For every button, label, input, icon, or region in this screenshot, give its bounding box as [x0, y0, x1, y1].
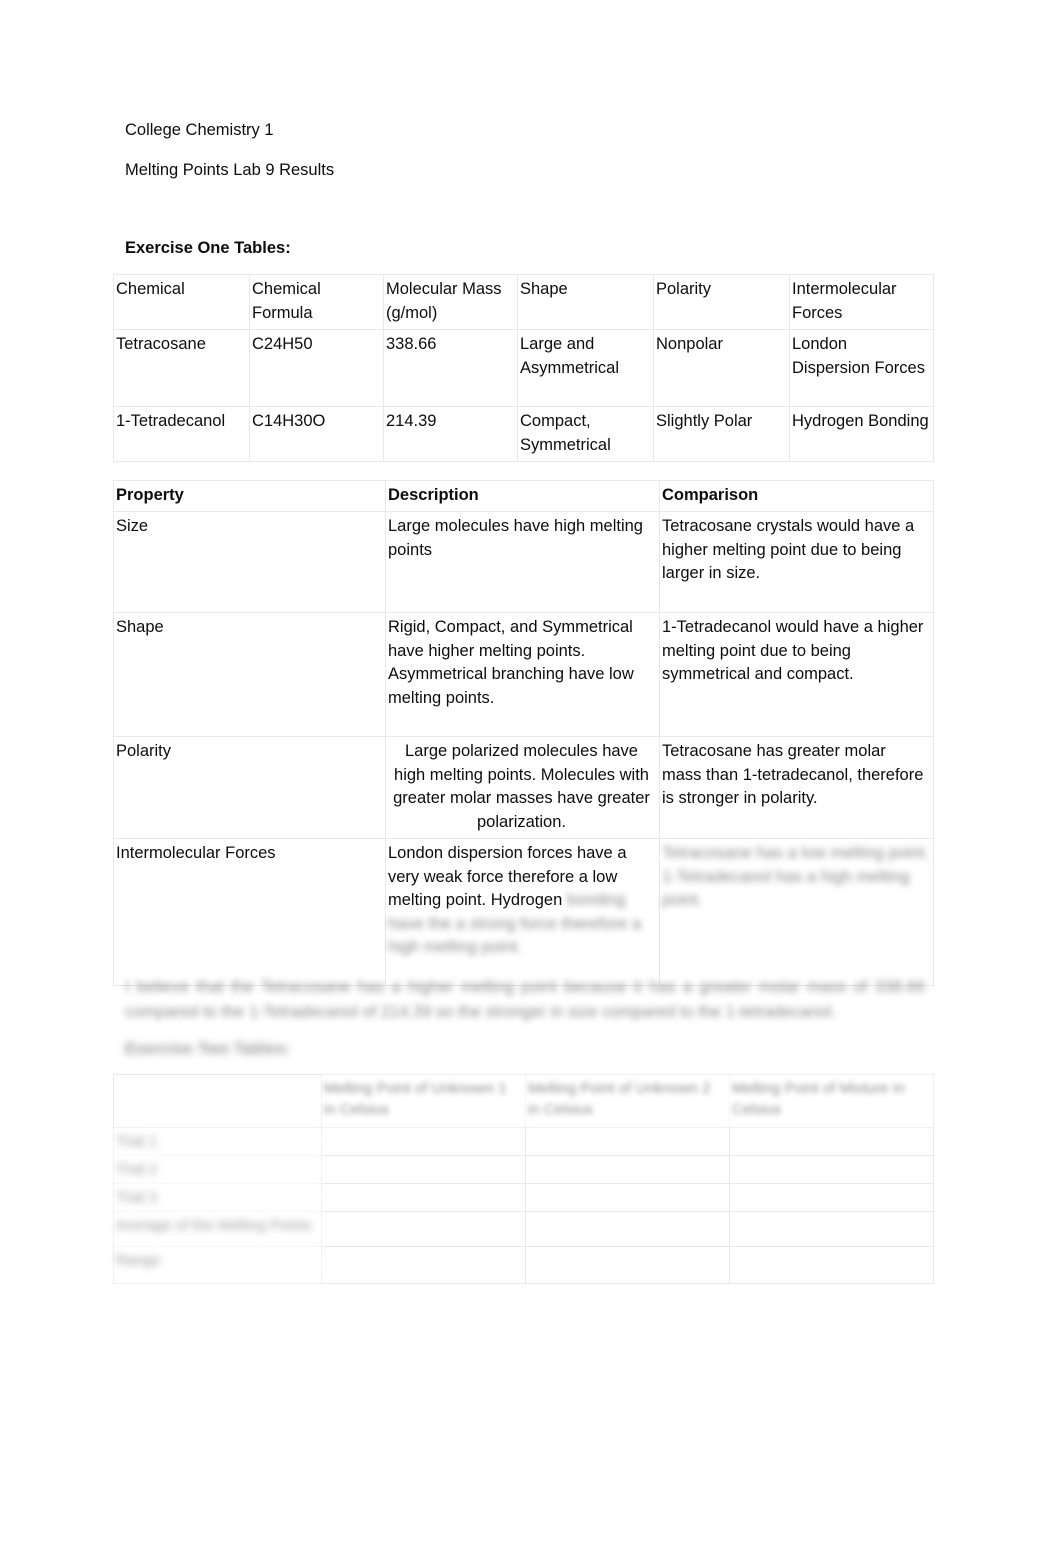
cell-chemical: 1-Tetradecanol	[113, 406, 250, 462]
cell-formula: C24H50	[249, 329, 384, 407]
exercise-one-heading: Exercise One Tables:	[125, 239, 291, 257]
table-row-header: Chemical Chemical Formula Molecular Mass…	[113, 274, 934, 330]
cell-intermolecular-forces: Hydrogen Bonding	[789, 406, 934, 462]
cell-label: Trial 2	[113, 1155, 322, 1184]
document-page: College Chemistry 1 Melting Points Lab 9…	[0, 0, 1062, 1556]
cell-label: Trial 3	[113, 1183, 322, 1212]
table-row: Trial 3	[113, 1183, 934, 1212]
header-shape: Shape	[517, 274, 654, 330]
cell-value	[729, 1127, 934, 1156]
table-row-header: Melting Point of Unknown 1 in Celsius Me…	[113, 1074, 934, 1128]
cell-polarity: Nonpolar	[653, 329, 790, 407]
cell-property: Shape	[113, 612, 386, 737]
cell-value	[525, 1155, 730, 1184]
table-row: Trial 2	[113, 1155, 934, 1184]
chemical-properties-table: Chemical Chemical Formula Molecular Mass…	[113, 274, 934, 462]
exercise-two-heading: Exercise Two Tables:	[125, 1040, 291, 1058]
course-name: College Chemistry 1	[125, 121, 274, 139]
cell-description: London dispersion forces have a very wea…	[385, 838, 660, 986]
cell-formula: C14H30O	[249, 406, 384, 462]
lab-title: Melting Points Lab 9 Results	[125, 161, 335, 179]
cell-value	[321, 1211, 526, 1247]
cell-value	[525, 1127, 730, 1156]
header-chemical-formula: Chemical Formula	[249, 274, 384, 330]
cell-value	[729, 1246, 934, 1284]
header-mixture: Melting Point of Mixture in Celsius	[729, 1074, 934, 1128]
cell-molecular-mass: 338.66	[383, 329, 518, 407]
property-description-comparison-table: Property Description Comparison Size Lar…	[113, 480, 934, 986]
cell-comparison: Tetracosane has a low melting point. 1-T…	[659, 838, 934, 986]
header-polarity: Polarity	[653, 274, 790, 330]
cell-value	[525, 1183, 730, 1212]
header-property: Property	[113, 480, 386, 512]
cell-description: Rigid, Compact, and Symmetrical have hig…	[385, 612, 660, 737]
table-row: Tetracosane C24H50 338.66 Large and Asym…	[113, 329, 934, 407]
cell-value	[321, 1127, 526, 1156]
cell-value	[729, 1211, 934, 1247]
table-row: Range	[113, 1246, 934, 1284]
table-row-header: Property Description Comparison	[113, 480, 934, 512]
header-blank	[113, 1074, 322, 1128]
cell-value	[525, 1246, 730, 1284]
cell-label: Range	[113, 1246, 322, 1284]
cell-description: Large molecules have high melting points	[385, 511, 660, 613]
cell-description: Large polarized molecules have high melt…	[385, 736, 660, 839]
table-row: Shape Rigid, Compact, and Symmetrical ha…	[113, 612, 934, 737]
header-description: Description	[385, 480, 660, 512]
document-header: College Chemistry 1 Melting Points Lab 9…	[125, 120, 935, 200]
header-unknown-1: Melting Point of Unknown 1 in Celsius	[321, 1074, 526, 1128]
cell-value	[729, 1183, 934, 1212]
cell-value	[729, 1155, 934, 1184]
cell-comparison-obscured: Tetracosane has a low melting point. 1-T…	[662, 844, 929, 909]
table-row: Average of the Melting Points	[113, 1211, 934, 1247]
header-comparison: Comparison	[659, 480, 934, 512]
cell-value	[525, 1211, 730, 1247]
table-row: Size Large molecules have high melting p…	[113, 511, 934, 613]
cell-comparison: 1-Tetradecanol would have a higher melti…	[659, 612, 934, 737]
cell-shape: Compact, Symmetrical	[517, 406, 654, 462]
cell-value	[321, 1155, 526, 1184]
cell-molecular-mass: 214.39	[383, 406, 518, 462]
table-row: 1-Tetradecanol C14H30O 214.39 Compact, S…	[113, 406, 934, 462]
table-row: Intermolecular Forces London dispersion …	[113, 838, 934, 986]
cell-value	[321, 1246, 526, 1284]
header-unknown-2: Melting Point of Unknown 2 in Celsius	[525, 1074, 730, 1128]
melting-point-results-table: Melting Point of Unknown 1 in Celsius Me…	[113, 1074, 934, 1284]
cell-comparison: Tetracosane has greater molar mass than …	[659, 736, 934, 839]
header-intermolecular-forces: Intermolecular Forces	[789, 274, 934, 330]
cell-shape: Large and Asymmetrical	[517, 329, 654, 407]
conclusion-paragraph: I believe that the Tetracosane has a hig…	[125, 978, 925, 1021]
cell-label: Trial 1	[113, 1127, 322, 1156]
cell-polarity: Slightly Polar	[653, 406, 790, 462]
cell-value	[321, 1183, 526, 1212]
table-row: Trial 1	[113, 1127, 934, 1156]
header-chemical: Chemical	[113, 274, 250, 330]
cell-property: Size	[113, 511, 386, 613]
cell-comparison: Tetracosane crystals would have a higher…	[659, 511, 934, 613]
cell-intermolecular-forces: London Dispersion Forces	[789, 329, 934, 407]
cell-property: Intermolecular Forces	[113, 838, 386, 986]
cell-label: Average of the Melting Points	[113, 1211, 322, 1247]
table-row: Polarity Large polarized molecules have …	[113, 736, 934, 839]
cell-property: Polarity	[113, 736, 386, 839]
header-molecular-mass: Molecular Mass (g/mol)	[383, 274, 518, 330]
cell-chemical: Tetracosane	[113, 329, 250, 407]
